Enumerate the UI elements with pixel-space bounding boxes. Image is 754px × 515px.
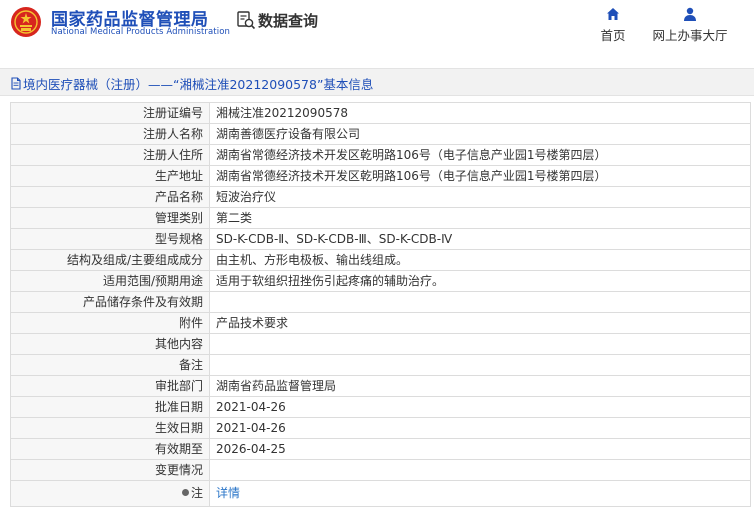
field-value: 湖南省常德经济技术开发区乾明路106号（电子信息产业园1号楼第四层）: [209, 144, 751, 166]
field-label: 型号规格: [10, 228, 210, 250]
table-row: 附件 产品技术要求: [10, 312, 751, 334]
field-label: 产品储存条件及有效期: [10, 291, 210, 313]
table-row: 注册人住所 湖南省常德经济技术开发区乾明路106号（电子信息产业园1号楼第四层）: [10, 144, 751, 166]
site-header: 国家药品监督管理局 National Medical Products Admi…: [0, 0, 754, 60]
field-label: 附件: [10, 312, 210, 334]
field-value: [209, 291, 751, 313]
field-value: 湖南善德医疗设备有限公司: [209, 123, 751, 145]
table-row: 产品储存条件及有效期: [10, 291, 751, 313]
table-row: 产品名称 短波治疗仪: [10, 186, 751, 208]
data-query-link[interactable]: 数据查询: [236, 9, 318, 31]
field-label: 批准日期: [10, 396, 210, 418]
table-row: 有效期至 2026-04-25: [10, 438, 751, 460]
field-value: [209, 333, 751, 355]
table-row: 注册证编号 湘械注准20212090578: [10, 102, 751, 124]
field-label: 管理类别: [10, 207, 210, 229]
table-row-note: 注 详情: [10, 480, 751, 507]
field-value: SD-K-CDB-Ⅱ、SD-K-CDB-Ⅲ、SD-K-CDB-Ⅳ: [209, 228, 751, 250]
note-label: 注: [190, 486, 203, 500]
data-query-icon: [237, 11, 256, 30]
field-label: 注册证编号: [10, 102, 210, 124]
breadcrumb-text: 境内医疗器械（注册）——“湘械注准20212090578”基本信息: [23, 77, 374, 92]
user-icon: [684, 7, 696, 21]
field-value: 湘械注准20212090578: [209, 102, 751, 124]
home-icon: [607, 8, 619, 20]
table-row: 变更情况: [10, 459, 751, 481]
table-row: 管理类别 第二类: [10, 207, 751, 229]
note-label-cell: 注: [10, 480, 210, 507]
nav-home-label: 首页: [600, 28, 626, 43]
field-value: 短波治疗仪: [209, 186, 751, 208]
field-value: 2021-04-26: [209, 417, 751, 439]
field-label: 变更情况: [10, 459, 210, 481]
breadcrumb: 境内医疗器械（注册）——“湘械注准20212090578”基本信息: [0, 68, 754, 96]
field-value: 2021-04-26: [209, 396, 751, 418]
field-label: 产品名称: [10, 186, 210, 208]
data-query-label: 数据查询: [258, 11, 319, 30]
field-value: [209, 354, 751, 376]
note-bullet-icon: [181, 489, 189, 496]
field-value: 第二类: [209, 207, 751, 229]
field-value: 2026-04-25: [209, 438, 751, 460]
field-value: 湖南省药品监督管理局: [209, 375, 751, 397]
field-label: 注册人名称: [10, 123, 210, 145]
table-row: 批准日期 2021-04-26: [10, 396, 751, 418]
table-row: 型号规格 SD-K-CDB-Ⅱ、SD-K-CDB-Ⅲ、SD-K-CDB-Ⅳ: [10, 228, 751, 250]
field-label: 生产地址: [10, 165, 210, 187]
field-value: 产品技术要求: [209, 312, 751, 334]
field-label: 生效日期: [10, 417, 210, 439]
field-label: 结构及组成/主要组成成分: [10, 249, 210, 271]
site-title-english: National Medical Products Administration: [51, 27, 230, 37]
nav-home[interactable]: 首页: [596, 6, 630, 44]
nav-online-service-hall-label: 网上办事大厅: [652, 28, 728, 43]
field-value: 湖南省常德经济技术开发区乾明路106号（电子信息产业园1号楼第四层）: [209, 165, 751, 187]
field-value: 适用于软组织扭挫伤引起疼痛的辅助治疗。: [209, 270, 751, 292]
details-link[interactable]: 详情: [216, 486, 240, 500]
field-label: 有效期至: [10, 438, 210, 460]
table-row: 生产地址 湖南省常德经济技术开发区乾明路106号（电子信息产业园1号楼第四层）: [10, 165, 751, 187]
field-value: [209, 459, 751, 481]
field-label: 注册人住所: [10, 144, 210, 166]
table-row: 其他内容: [10, 333, 751, 355]
note-value-cell: 详情: [209, 480, 751, 507]
table-row: 适用范围/预期用途 适用于软组织扭挫伤引起疼痛的辅助治疗。: [10, 270, 751, 292]
field-label: 备注: [10, 354, 210, 376]
table-row: 注册人名称 湖南善德医疗设备有限公司: [10, 123, 751, 145]
document-icon: [11, 77, 21, 90]
national-emblem-icon: [11, 7, 41, 37]
field-value: 由主机、方形电极板、输出线组成。: [209, 249, 751, 271]
table-row: 备注: [10, 354, 751, 376]
field-label: 适用范围/预期用途: [10, 270, 210, 292]
detail-table: 注册证编号 湘械注准20212090578 注册人名称 湖南善德医疗设备有限公司 注…: [10, 102, 751, 507]
field-label: 其他内容: [10, 333, 210, 355]
table-row: 结构及组成/主要组成成分 由主机、方形电极板、输出线组成。: [10, 249, 751, 271]
table-row: 审批部门 湖南省药品监督管理局: [10, 375, 751, 397]
table-row: 生效日期 2021-04-26: [10, 417, 751, 439]
nav-online-service-hall[interactable]: 网上办事大厅: [650, 6, 730, 44]
field-label: 审批部门: [10, 375, 210, 397]
